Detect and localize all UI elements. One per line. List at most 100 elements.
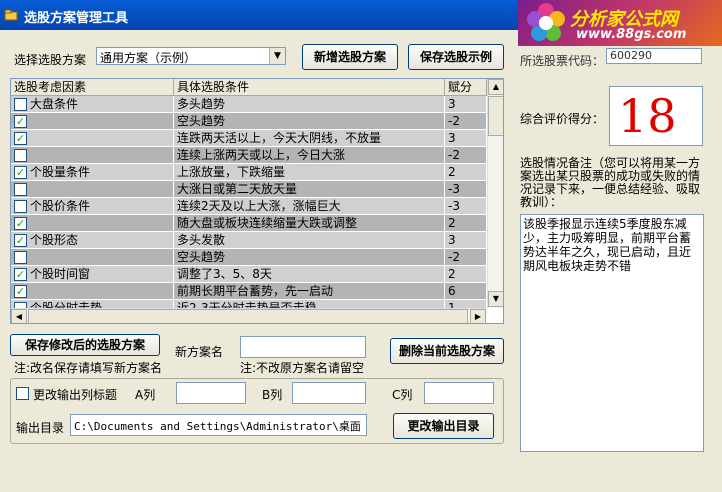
- row-checkbox[interactable]: ✓: [14, 166, 27, 179]
- column-header-score[interactable]: 赋分: [445, 79, 487, 96]
- col-c-label: C列: [392, 388, 413, 402]
- table-row[interactable]: 空头趋势 -2: [11, 249, 487, 266]
- notes-text: 该股季报显示连续5季度股东减少，主力吸筹明显，前期平台蓄势达半年之久，现已启动，…: [523, 217, 692, 273]
- change-titles-checkbox[interactable]: [16, 387, 29, 400]
- row-checkbox[interactable]: [14, 251, 27, 264]
- row-checkbox[interactable]: [14, 200, 27, 213]
- scroll-down-icon[interactable]: ▼: [488, 291, 503, 307]
- score-cell[interactable]: -2: [445, 249, 487, 266]
- row-checkbox[interactable]: [14, 98, 27, 111]
- col-c-input[interactable]: [424, 382, 494, 404]
- condition-cell[interactable]: 多头发散: [174, 232, 445, 249]
- score-cell[interactable]: 3: [445, 232, 487, 249]
- factor-cell: 大盘条件: [11, 96, 174, 113]
- stock-code-input[interactable]: 600290: [606, 48, 702, 64]
- factor-label: 个股形态: [30, 233, 79, 247]
- score-cell[interactable]: -3: [445, 198, 487, 215]
- score-cell[interactable]: -2: [445, 147, 487, 164]
- change-titles-label: 更改输出列标题: [33, 388, 118, 402]
- new-name-input[interactable]: [240, 336, 366, 358]
- chevron-down-icon[interactable]: ▼: [269, 48, 285, 64]
- score-cell[interactable]: 6: [445, 283, 487, 300]
- condition-cell[interactable]: 前期长期平台蓄势，先一启动: [174, 283, 445, 300]
- table-row[interactable]: ✓ 随大盘或板块连续缩量大跌或调整 2: [11, 215, 487, 232]
- score-cell[interactable]: -2: [445, 113, 487, 130]
- factor-label: 大盘条件: [30, 97, 79, 111]
- table-row[interactable]: 大盘条件 多头趋势 3: [11, 96, 487, 113]
- horizontal-scroll-thumb[interactable]: [28, 309, 468, 323]
- row-checkbox[interactable]: ✓: [14, 115, 27, 128]
- scroll-up-icon[interactable]: ▲: [488, 79, 503, 95]
- logo-url-text: www.88gs.com: [576, 27, 687, 42]
- score-cell[interactable]: 2: [445, 215, 487, 232]
- row-checkbox[interactable]: ✓: [14, 268, 27, 281]
- table-row[interactable]: 连续上涨两天或以上，今日大涨 -2: [11, 147, 487, 164]
- score-cell[interactable]: 2: [445, 164, 487, 181]
- col-b-label: B列: [262, 388, 283, 402]
- row-checkbox[interactable]: ✓: [14, 217, 27, 230]
- output-dir-input[interactable]: C:\Documents and Settings\Administrator\…: [70, 414, 367, 436]
- factor-cell: ✓ 个股形态: [11, 232, 174, 249]
- scheme-label: 选择选股方案: [14, 53, 87, 67]
- condition-cell[interactable]: 调整了3、5、8天: [174, 266, 445, 283]
- factor-cell: ✓: [11, 283, 174, 300]
- scroll-right-icon[interactable]: ▶: [470, 309, 486, 323]
- condition-cell[interactable]: 连续2天及以上大涨，涨幅巨大: [174, 198, 445, 215]
- condition-cell[interactable]: 上涨放量，下跌缩量: [174, 164, 445, 181]
- delete-scheme-button[interactable]: 删除当前选股方案: [390, 338, 504, 364]
- save-scheme-button[interactable]: 保存修改后的选股方案: [10, 334, 160, 356]
- condition-cell[interactable]: 随大盘或板块连续缩量大跌或调整: [174, 215, 445, 232]
- column-header-factor[interactable]: 选股考虑因素: [11, 79, 174, 96]
- table-row[interactable]: 个股价条件 连续2天及以上大涨，涨幅巨大 -3: [11, 198, 487, 215]
- factor-cell: ✓: [11, 130, 174, 147]
- factor-cell: ✓ 个股量条件: [11, 164, 174, 181]
- vertical-scrollbar[interactable]: ▲ ▼: [487, 79, 503, 308]
- score-cell[interactable]: 2: [445, 266, 487, 283]
- scheme-select[interactable]: 通用方案（示例） ▼: [96, 47, 286, 65]
- row-checkbox[interactable]: ✓: [14, 234, 27, 247]
- row-checkbox[interactable]: ✓: [14, 132, 27, 145]
- brand-logo: 分析家公式网 www.88gs.com: [518, 0, 722, 46]
- factor-cell: ✓: [11, 113, 174, 130]
- table-row[interactable]: ✓ 个股量条件 上涨放量，下跌缩量 2: [11, 164, 487, 181]
- col-b-input[interactable]: [292, 382, 366, 404]
- factor-cell: [11, 181, 174, 198]
- score-cell[interactable]: -3: [445, 181, 487, 198]
- new-scheme-button[interactable]: 新增选股方案: [302, 44, 398, 70]
- window-title: 选股方案管理工具: [24, 11, 129, 26]
- condition-cell[interactable]: 空头趋势: [174, 249, 445, 266]
- condition-cell[interactable]: 连跌两天活以上，今天大阴线，不放量: [174, 130, 445, 147]
- condition-cell[interactable]: 连续上涨两天或以上，今日大涨: [174, 147, 445, 164]
- row-checkbox[interactable]: ✓: [14, 285, 27, 298]
- score-cell[interactable]: 3: [445, 130, 487, 147]
- condition-cell[interactable]: 大涨日或第二天放天量: [174, 181, 445, 198]
- factor-cell: 个股价条件: [11, 198, 174, 215]
- output-dir-label: 输出目录: [16, 421, 65, 435]
- table-row[interactable]: ✓ 个股时间窗 调整了3、5、8天 2: [11, 266, 487, 283]
- table-row[interactable]: 大涨日或第二天放天量 -3: [11, 181, 487, 198]
- stock-code-label: 所选股票代码：: [520, 54, 605, 68]
- scheme-select-value: 通用方案（示例）: [100, 51, 197, 65]
- notes-textarea[interactable]: 该股季报显示连续5季度股东减少，主力吸筹明显，前期平台蓄势达半年之久，现已启动，…: [520, 214, 704, 452]
- row-checkbox[interactable]: [14, 149, 27, 162]
- table-row[interactable]: ✓ 前期长期平台蓄势，先一启动 6: [11, 283, 487, 300]
- table-row[interactable]: ✓ 空头趋势 -2: [11, 113, 487, 130]
- condition-cell[interactable]: 空头趋势: [174, 113, 445, 130]
- conditions-grid[interactable]: 选股考虑因素 具体选股条件 赋分 大盘条件 多头趋势 3 ✓ 空头趋势 -2 ✓ 连跌两天活以…: [10, 78, 504, 324]
- col-a-input[interactable]: [176, 382, 246, 404]
- factor-label: 个股价条件: [30, 199, 91, 213]
- scroll-left-icon[interactable]: ◀: [11, 309, 27, 323]
- save-sample-button[interactable]: 保存选股示例: [408, 44, 504, 70]
- scroll-thumb[interactable]: [488, 96, 503, 136]
- column-header-condition[interactable]: 具体选股条件: [174, 79, 445, 96]
- factor-cell: ✓: [11, 215, 174, 232]
- grid-header: 选股考虑因素 具体选股条件 赋分: [11, 79, 487, 96]
- table-row[interactable]: ✓ 连跌两天活以上，今天大阴线，不放量 3: [11, 130, 487, 147]
- table-row[interactable]: ✓ 个股形态 多头发散 3: [11, 232, 487, 249]
- save-note: 注:改名保存请填写新方案名: [14, 361, 163, 375]
- condition-cell[interactable]: 多头趋势: [174, 96, 445, 113]
- score-cell[interactable]: 3: [445, 96, 487, 113]
- change-output-dir-button[interactable]: 更改输出目录: [393, 413, 494, 439]
- row-checkbox[interactable]: [14, 183, 27, 196]
- horizontal-scrollbar[interactable]: ◀ ▶: [11, 308, 487, 323]
